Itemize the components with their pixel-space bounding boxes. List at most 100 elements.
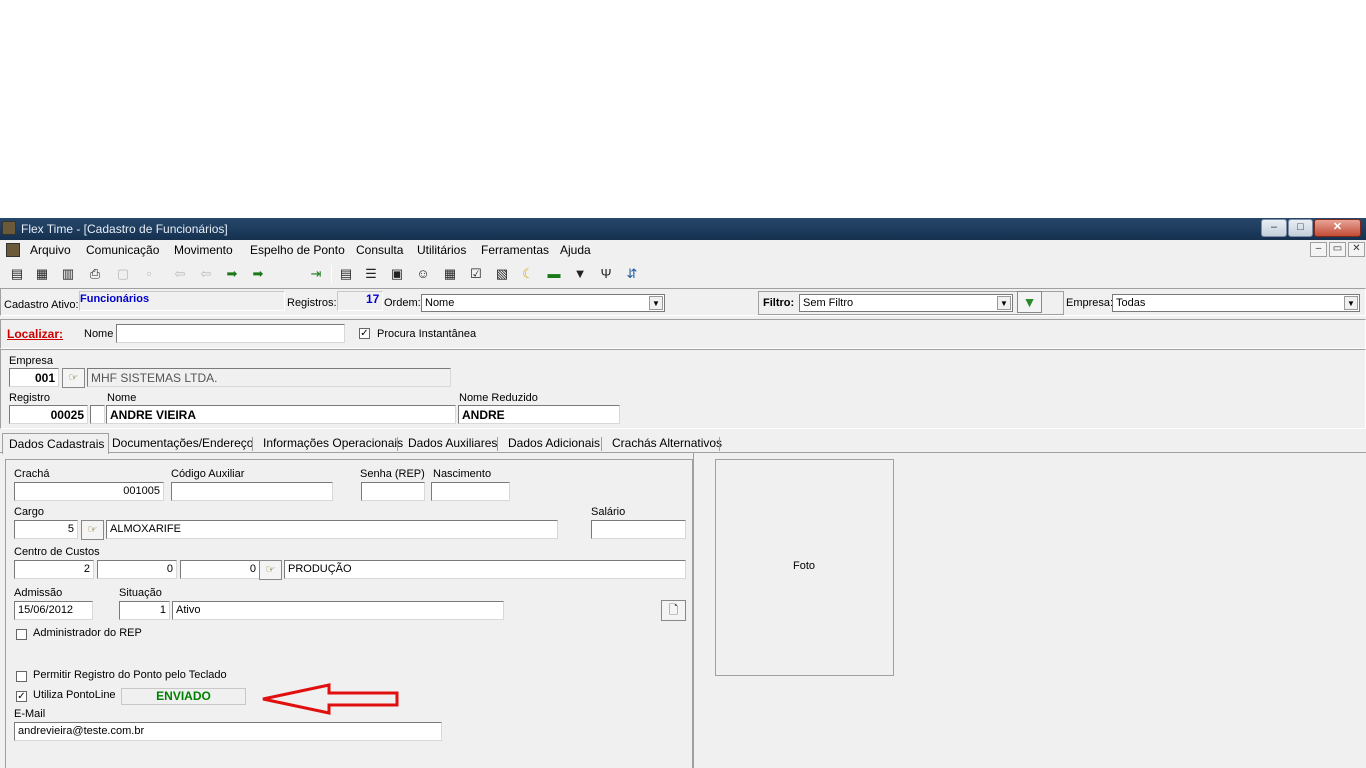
toolbar-separator bbox=[331, 265, 332, 283]
toolbar: ▤ ▦ ▥ ⎙ ▢ ▫ ⇦ ⇦ ➡ ➡ ⇥ ▤ ☰ ▣ ☺ ▦ ☑ ▧ ☾ ▬ … bbox=[0, 262, 1366, 286]
tab-informacoes-operacionais[interactable]: Informações Operacionais bbox=[263, 436, 403, 450]
fork-icon[interactable]: Ψ bbox=[597, 265, 615, 283]
pontoline-checkbox[interactable]: ✓ bbox=[16, 691, 27, 702]
mdi-child-icon[interactable] bbox=[6, 243, 20, 257]
admin-rep-label: Administrador do REP bbox=[33, 627, 142, 639]
menu-utilitarios[interactable]: Utilitários bbox=[417, 243, 466, 257]
tab-dados-auxiliares[interactable]: Dados Auxiliares bbox=[408, 436, 497, 450]
senha-rep-input[interactable] bbox=[361, 482, 425, 501]
first-icon[interactable]: ⇦ bbox=[171, 265, 189, 283]
menu-espelho-de-ponto[interactable]: Espelho de Ponto bbox=[250, 243, 345, 257]
filter-funnel-icon[interactable]: ▼ bbox=[1017, 291, 1042, 313]
grid-icon[interactable]: ▦ bbox=[441, 265, 459, 283]
edit-record-icon[interactable]: ▦ bbox=[33, 265, 51, 283]
registro-input[interactable]: 00025 bbox=[9, 405, 88, 424]
menu-bar: Arquivo Comunicação Movimento Espelho de… bbox=[0, 240, 1366, 260]
search-input[interactable] bbox=[116, 324, 345, 343]
centro-custos-2-input[interactable]: 0 bbox=[97, 560, 177, 579]
empresa-select[interactable]: Todas ▼ bbox=[1112, 294, 1360, 312]
instant-search-label: Procura Instantânea bbox=[377, 328, 477, 340]
save-icon[interactable]: ▢ bbox=[114, 265, 132, 283]
check-icon[interactable]: ☑ bbox=[467, 265, 485, 283]
lookup-hand-icon: ☞ bbox=[265, 564, 276, 576]
moon-icon[interactable]: ☾ bbox=[519, 265, 537, 283]
prior-icon[interactable]: ⇦ bbox=[197, 265, 215, 283]
teclado-label: Permitir Registro do Ponto pelo Teclado bbox=[33, 669, 227, 681]
situacao-name-field: Ativo bbox=[172, 601, 504, 620]
filter-down-icon[interactable]: ▼ bbox=[571, 265, 589, 283]
excel-icon[interactable]: ▬ bbox=[545, 265, 563, 283]
tab-documentacoes-endereco[interactable]: Documentações/Endereço bbox=[112, 436, 253, 450]
lookup-hand-icon: ☞ bbox=[68, 372, 79, 384]
instant-search-checkbox[interactable]: ✓ bbox=[359, 328, 370, 339]
minimize-button[interactable]: – bbox=[1261, 219, 1287, 237]
teclado-checkbox[interactable] bbox=[16, 671, 27, 682]
registros-value: 17 bbox=[366, 292, 380, 306]
menu-movimento[interactable]: Movimento bbox=[174, 243, 233, 257]
salario-input[interactable] bbox=[591, 520, 686, 539]
cracha-input[interactable]: 001005 bbox=[14, 482, 164, 501]
sort-icon[interactable]: ☰ bbox=[362, 265, 380, 283]
filtro-select[interactable]: Sem Filtro ▼ bbox=[799, 294, 1013, 312]
email-input[interactable]: andrevieira@teste.com.br bbox=[14, 722, 442, 741]
calculator-icon[interactable]: ▣ bbox=[388, 265, 406, 283]
menu-consulta[interactable]: Consulta bbox=[356, 243, 403, 257]
codigo-auxiliar-input[interactable] bbox=[171, 482, 333, 501]
nome-input[interactable]: ANDRE VIEIRA bbox=[106, 405, 456, 424]
menu-ajuda[interactable]: Ajuda bbox=[560, 243, 591, 257]
dropdown-arrow-icon[interactable]: ▼ bbox=[997, 296, 1011, 310]
photo-frame[interactable]: Foto bbox=[715, 459, 894, 676]
centro-custos-name-field: PRODUÇÃO bbox=[284, 560, 686, 579]
tab-separator bbox=[601, 437, 602, 451]
search-name-label: Nome bbox=[84, 328, 114, 340]
dropdown-arrow-icon[interactable]: ▼ bbox=[649, 296, 663, 310]
tab-dados-cadastrais[interactable]: Dados Cadastrais bbox=[2, 433, 110, 454]
admin-rep-checkbox[interactable] bbox=[16, 629, 27, 640]
menu-arquivo[interactable]: Arquivo bbox=[30, 243, 71, 257]
export-icon[interactable]: ⇵ bbox=[623, 265, 641, 283]
mdi-restore-button[interactable]: ▭ bbox=[1329, 242, 1346, 257]
centro-custos-3-input[interactable]: 0 bbox=[180, 560, 260, 579]
mdi-close-button[interactable]: ✕ bbox=[1348, 242, 1365, 257]
menu-ferramentas[interactable]: Ferramentas bbox=[481, 243, 549, 257]
print-icon[interactable]: ⎙ bbox=[86, 265, 104, 283]
centro-custos-1-input[interactable]: 2 bbox=[14, 560, 94, 579]
close-button[interactable]: ✕ bbox=[1314, 219, 1361, 237]
flex-time-window: Flex Time - [Cadastro de Funcionários] –… bbox=[0, 218, 1366, 768]
centro-custos-lookup-button[interactable]: ☞ bbox=[259, 560, 282, 580]
new-document-button[interactable]: 🗋 bbox=[661, 600, 686, 621]
app-icon bbox=[2, 221, 16, 235]
empresa-filter-label: Empresa: bbox=[1066, 297, 1114, 309]
cargo-lookup-button[interactable]: ☞ bbox=[81, 520, 104, 540]
next-icon[interactable]: ➡ bbox=[223, 265, 241, 283]
calendar-icon[interactable]: ▧ bbox=[493, 265, 511, 283]
mdi-minimize-button[interactable]: – bbox=[1310, 242, 1327, 257]
last-icon[interactable]: ➡ bbox=[249, 265, 267, 283]
salario-label: Salário bbox=[591, 506, 626, 518]
maximize-button[interactable]: □ bbox=[1288, 219, 1313, 237]
tab-crachas-alternativos[interactable]: Crachás Alternativos bbox=[612, 436, 722, 450]
cancel-icon[interactable]: ▫ bbox=[140, 265, 158, 283]
dropdown-arrow-icon[interactable]: ▼ bbox=[1344, 296, 1358, 310]
report-icon[interactable]: ▤ bbox=[337, 265, 355, 283]
new-record-icon[interactable]: ▤ bbox=[8, 265, 26, 283]
registro-digit-input[interactable] bbox=[90, 405, 105, 424]
exit-icon[interactable]: ⇥ bbox=[307, 265, 325, 283]
ordem-select[interactable]: Nome ▼ bbox=[421, 294, 665, 312]
menu-comunicacao[interactable]: Comunicação bbox=[86, 243, 159, 257]
admissao-input[interactable]: 15/06/2012 bbox=[14, 601, 93, 620]
nome-reduzido-input[interactable]: ANDRE bbox=[458, 405, 620, 424]
dados-cadastrais-group: Crachá 001005 Código Auxiliar Senha (REP… bbox=[5, 459, 693, 768]
empresa-lookup-button[interactable]: ☞ bbox=[62, 368, 85, 388]
tab-separator bbox=[397, 437, 398, 451]
cargo-code-input[interactable]: 5 bbox=[14, 520, 78, 539]
user-icon[interactable]: ☺ bbox=[414, 265, 432, 283]
nascimento-input[interactable] bbox=[431, 482, 510, 501]
list-icon[interactable]: ▥ bbox=[59, 265, 77, 283]
empresa-code-input[interactable]: 001 bbox=[9, 368, 59, 387]
situacao-code-input[interactable]: 1 bbox=[119, 601, 170, 620]
tab-dados-adicionais[interactable]: Dados Adicionais bbox=[508, 436, 600, 450]
centro-custos-label: Centro de Custos bbox=[14, 546, 100, 558]
admissao-label: Admissão bbox=[14, 587, 63, 599]
annotation-arrow bbox=[262, 683, 399, 715]
